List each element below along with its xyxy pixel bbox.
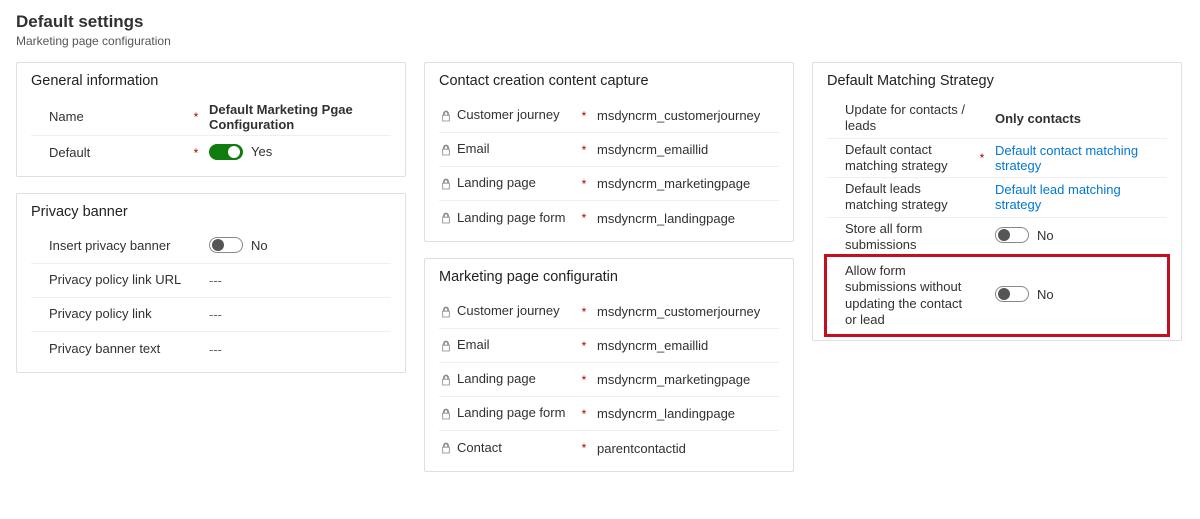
default-toggle[interactable]: Yes xyxy=(209,144,272,160)
field-value[interactable]: --- xyxy=(203,342,391,357)
lock-icon xyxy=(439,442,453,454)
field-value[interactable]: msdyncrm_marketingpage xyxy=(591,372,779,387)
lock-icon xyxy=(439,178,453,190)
insert-privacy-row: Insert privacy banner No xyxy=(31,230,391,264)
lock-icon xyxy=(439,340,453,352)
field-value[interactable]: msdyncrm_marketingpage xyxy=(591,176,779,191)
general-information-card: General information Name * Default Marke… xyxy=(16,62,406,177)
toggle-label: No xyxy=(1037,228,1054,243)
locked-field-row: Customer journey*msdyncrm_customerjourne… xyxy=(439,99,779,133)
field-label: Privacy banner text xyxy=(49,341,189,357)
required-indicator: * xyxy=(577,109,591,123)
default-lead-strategy-row: Default leads matching strategy Default … xyxy=(827,178,1167,218)
privacy-link-row: Privacy policy link --- xyxy=(31,298,391,332)
toggle-label: No xyxy=(251,238,268,253)
field-value[interactable]: parentcontactid xyxy=(591,441,779,456)
default-matching-strategy-card: Default Matching Strategy Update for con… xyxy=(812,62,1182,341)
required-indicator: * xyxy=(577,211,591,225)
toggle-label: Yes xyxy=(251,144,272,159)
field-value[interactable]: msdyncrm_emaillid xyxy=(591,338,779,353)
field-label: Default leads matching strategy xyxy=(845,181,975,214)
page-subtitle: Marketing page configuration xyxy=(16,34,1184,48)
name-value[interactable]: Default Marketing Pgae Configuration xyxy=(203,102,391,132)
allow-submissions-row: Allow form submissions without updating … xyxy=(827,260,1167,331)
field-value[interactable]: msdyncrm_emaillid xyxy=(591,142,779,157)
lock-icon xyxy=(439,408,453,420)
field-label: Privacy policy link URL xyxy=(49,272,189,288)
locked-field-row: Customer journey*msdyncrm_customerjourne… xyxy=(439,295,779,329)
privacy-text-row: Privacy banner text --- xyxy=(31,332,391,366)
default-contact-strategy-row: Default contact matching strategy * Defa… xyxy=(827,139,1167,179)
field-value-link[interactable]: Default lead matching strategy xyxy=(989,182,1167,212)
field-label: Landing page xyxy=(457,371,577,387)
field-label: Email xyxy=(457,141,577,157)
field-value-link[interactable]: Default contact matching strategy xyxy=(989,143,1167,173)
field-label: Default contact matching strategy xyxy=(845,142,975,175)
field-label: Email xyxy=(457,337,577,353)
field-value[interactable]: msdyncrm_landingpage xyxy=(591,211,779,226)
required-indicator: * xyxy=(975,151,989,165)
update-for-row: Update for contacts / leads Only contact… xyxy=(827,99,1167,139)
field-value[interactable]: Only contacts xyxy=(989,111,1167,126)
lock-icon xyxy=(439,212,453,224)
required-indicator: * xyxy=(577,305,591,319)
locked-field-row: Contact*parentcontactid xyxy=(439,431,779,465)
allow-submissions-toggle[interactable]: No xyxy=(995,286,1054,302)
card-title: Marketing page configuratin xyxy=(439,269,779,285)
field-label: Default xyxy=(49,145,189,161)
card-title: General information xyxy=(31,73,391,89)
field-value[interactable]: msdyncrm_landingpage xyxy=(591,406,779,421)
field-label: Store all form submissions xyxy=(845,221,975,254)
required-indicator: * xyxy=(577,441,591,455)
page-title: Default settings xyxy=(16,12,1184,32)
name-row: Name * Default Marketing Pgae Configurat… xyxy=(31,99,391,136)
default-row: Default * Yes xyxy=(31,136,391,170)
field-label: Allow form submissions without updating … xyxy=(845,263,975,328)
field-label: Landing page form xyxy=(457,210,577,226)
field-label: Update for contacts / leads xyxy=(845,102,975,135)
field-label: Landing page xyxy=(457,175,577,191)
locked-field-row: Landing page form*msdyncrm_landingpage xyxy=(439,201,779,235)
field-label: Privacy policy link xyxy=(49,306,189,322)
required-indicator: * xyxy=(189,110,203,124)
required-indicator: * xyxy=(577,143,591,157)
required-indicator: * xyxy=(577,177,591,191)
marketing-page-config-card: Marketing page configuratin Customer jou… xyxy=(424,258,794,472)
field-label: Landing page form xyxy=(457,405,577,421)
field-label: Contact xyxy=(457,440,577,456)
store-all-submissions-row: Store all form submissions No xyxy=(827,218,1167,258)
locked-field-row: Email*msdyncrm_emaillid xyxy=(439,329,779,363)
lock-icon xyxy=(439,374,453,386)
store-all-toggle[interactable]: No xyxy=(995,227,1054,243)
card-title: Contact creation content capture xyxy=(439,73,779,89)
field-label: Insert privacy banner xyxy=(49,238,189,254)
locked-field-row: Email*msdyncrm_emaillid xyxy=(439,133,779,167)
lock-icon xyxy=(439,306,453,318)
privacy-banner-card: Privacy banner Insert privacy banner No … xyxy=(16,193,406,373)
field-label: Customer journey xyxy=(457,303,577,319)
contact-creation-card: Contact creation content capture Custome… xyxy=(424,62,794,242)
lock-icon xyxy=(439,144,453,156)
locked-field-row: Landing page*msdyncrm_marketingpage xyxy=(439,363,779,397)
required-indicator: * xyxy=(577,373,591,387)
lock-icon xyxy=(439,110,453,122)
required-indicator: * xyxy=(189,146,203,160)
locked-field-row: Landing page form*msdyncrm_landingpage xyxy=(439,397,779,431)
field-value[interactable]: msdyncrm_customerjourney xyxy=(591,304,779,319)
card-title: Default Matching Strategy xyxy=(827,73,1167,89)
field-label: Name xyxy=(49,109,189,125)
privacy-url-row: Privacy policy link URL --- xyxy=(31,264,391,298)
required-indicator: * xyxy=(577,407,591,421)
locked-field-row: Landing page*msdyncrm_marketingpage xyxy=(439,167,779,201)
allow-submissions-highlight: Allow form submissions without updating … xyxy=(824,254,1170,337)
card-title: Privacy banner xyxy=(31,204,391,220)
toggle-label: No xyxy=(1037,287,1054,302)
field-value[interactable]: msdyncrm_customerjourney xyxy=(591,108,779,123)
field-value[interactable]: --- xyxy=(203,273,391,288)
field-label: Customer journey xyxy=(457,107,577,123)
insert-privacy-toggle[interactable]: No xyxy=(209,237,268,253)
required-indicator: * xyxy=(577,339,591,353)
field-value[interactable]: --- xyxy=(203,307,391,322)
